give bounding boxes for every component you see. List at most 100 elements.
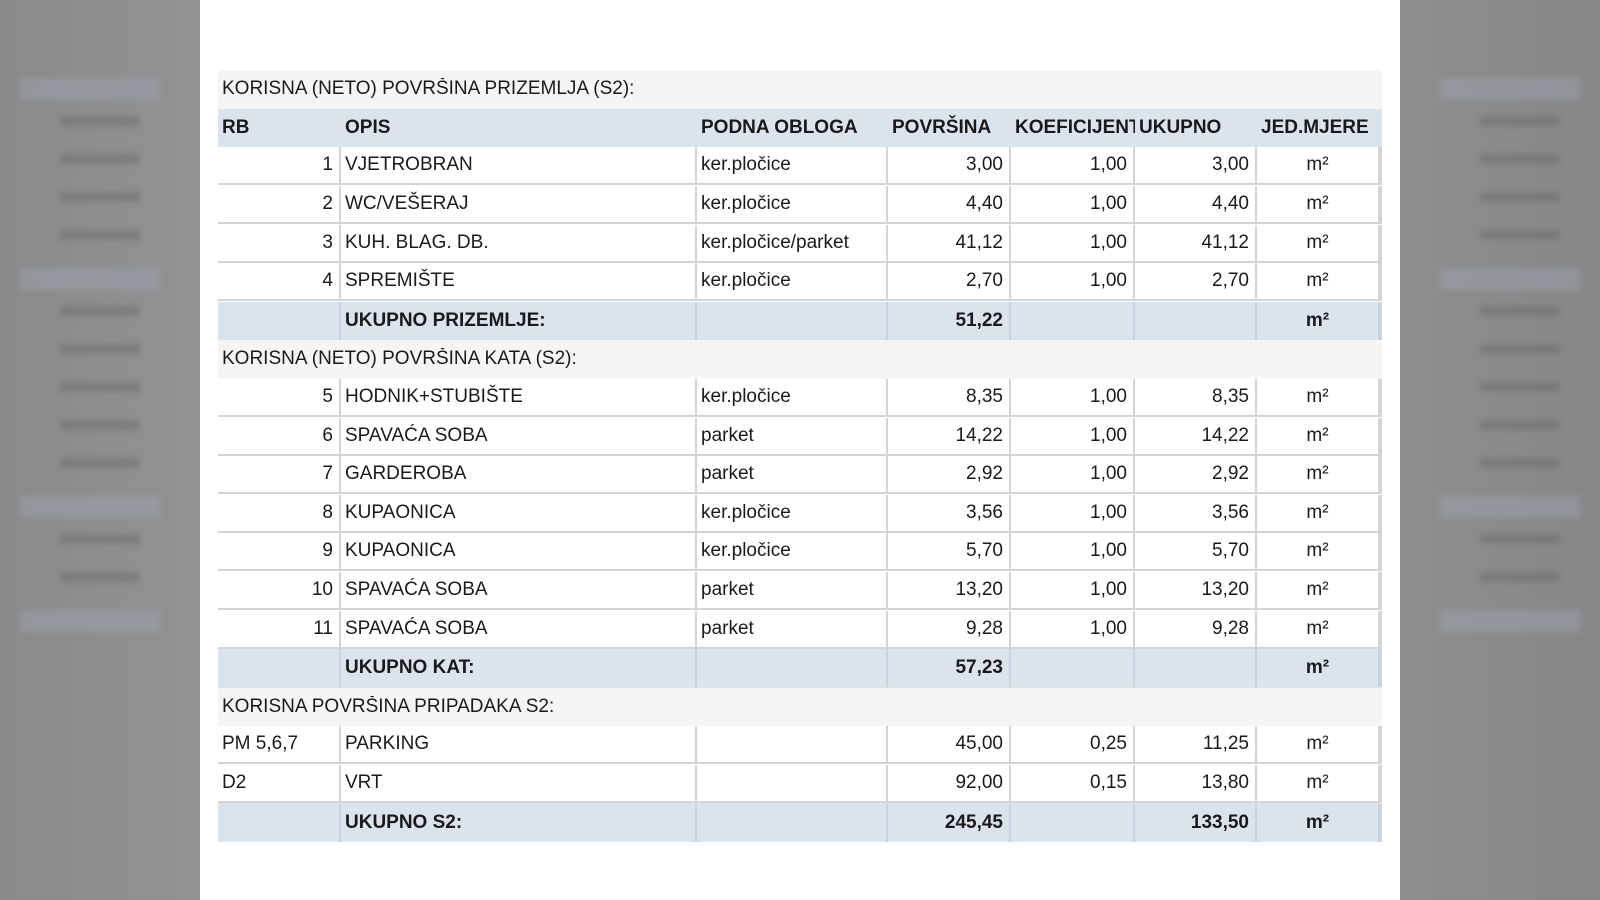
cell-ukupno: 41,12 bbox=[1135, 224, 1257, 263]
cell-obloga: parket bbox=[697, 456, 888, 495]
cell-koeficijent: 0,25 bbox=[1011, 726, 1135, 765]
cell-edge bbox=[1380, 803, 1382, 842]
cell-povrsina: 5,70 bbox=[888, 533, 1011, 572]
total-rb bbox=[218, 301, 341, 340]
cell-rb: 5 bbox=[218, 379, 341, 418]
cell-jed-mjere: m² bbox=[1257, 147, 1380, 186]
cell-povrsina: 4,40 bbox=[888, 186, 1011, 225]
column-header: KOEFICIJENT bbox=[1015, 116, 1135, 138]
cell-edge bbox=[1380, 417, 1382, 456]
total-povrsina: 245,45 bbox=[888, 803, 1011, 842]
total-ukupno bbox=[1135, 649, 1257, 688]
cell-rb: 4 bbox=[218, 263, 341, 302]
cell-koeficijent: 1,00 bbox=[1011, 147, 1135, 186]
cell-rb: D2 bbox=[218, 764, 341, 803]
total-koeficijent bbox=[1011, 649, 1135, 688]
cell-opis: SPAVAĆA SOBA bbox=[341, 610, 697, 649]
cell-rb: 10 bbox=[218, 572, 341, 611]
cell-edge bbox=[1380, 224, 1382, 263]
column-header: POVRŠINA bbox=[892, 116, 992, 138]
cell-ukupno: 13,80 bbox=[1135, 764, 1257, 803]
cell-edge bbox=[1380, 533, 1382, 572]
cell-opis: WC/VEŠERAJ bbox=[341, 186, 697, 225]
cell-rb: PM 5,6,7 bbox=[218, 726, 341, 765]
total-jed-mjere: m² bbox=[1257, 649, 1380, 688]
table-row: 6 SPAVAĆA SOBA parket 14,22 1,00 14,22 m² bbox=[218, 417, 1382, 456]
cell-povrsina: 3,00 bbox=[888, 147, 1011, 186]
total-label: UKUPNO S2: bbox=[341, 803, 697, 842]
section-title: KORISNA POVRŠINA PRIPADAKA S2: bbox=[222, 695, 555, 717]
cell-obloga: ker.pločice bbox=[697, 263, 888, 302]
cell-ukupno: 3,00 bbox=[1135, 147, 1257, 186]
cell-koeficijent: 1,00 bbox=[1011, 417, 1135, 456]
table-row: 2 WC/VEŠERAJ ker.pločice 4,40 1,00 4,40 m² bbox=[218, 185, 1382, 225]
cell-povrsina: 2,92 bbox=[888, 456, 1011, 495]
cell-opis: KUH. BLAG. DB. bbox=[341, 224, 697, 263]
column-header: PODNA OBLOGA bbox=[701, 116, 858, 138]
column-header: UKUPNO bbox=[1139, 116, 1222, 138]
area-table: KORISNA (NETO) POVRŠINA PRIZEMLJA (S2): R… bbox=[218, 70, 1382, 842]
cell-edge bbox=[1380, 572, 1382, 611]
total-ukupno: 133,50 bbox=[1135, 803, 1257, 842]
cell-jed-mjere: m² bbox=[1257, 572, 1380, 611]
cell-edge bbox=[1380, 726, 1382, 765]
cell-jed-mjere: m² bbox=[1257, 494, 1380, 533]
table-row: 4 SPREMIŠTE ker.pločice 2,70 1,00 2,70 m² bbox=[218, 262, 1382, 302]
cell-edge bbox=[1380, 494, 1382, 533]
total-obloga bbox=[697, 301, 888, 340]
cell-edge bbox=[1380, 147, 1382, 186]
total-koeficijent bbox=[1011, 803, 1135, 842]
cell-povrsina: 41,12 bbox=[888, 224, 1011, 263]
total-koeficijent bbox=[1011, 301, 1135, 340]
cell-edge bbox=[1380, 610, 1382, 649]
cell-obloga: ker.pločice bbox=[697, 147, 888, 186]
cell-povrsina: 13,20 bbox=[888, 572, 1011, 611]
section-title-row: KORISNA (NETO) POVRŠINA KATA (S2): bbox=[218, 340, 1382, 379]
cell-koeficijent: 1,00 bbox=[1011, 379, 1135, 418]
cell-rb: 11 bbox=[218, 610, 341, 649]
cell-edge bbox=[1380, 186, 1382, 225]
total-row: UKUPNO S2: 245,45 133,50 m² bbox=[218, 803, 1382, 842]
blurred-backdrop-right bbox=[1420, 70, 1600, 850]
cell-obloga: parket bbox=[697, 417, 888, 456]
column-header: RB bbox=[222, 116, 250, 138]
cell-koeficijent: 1,00 bbox=[1011, 224, 1135, 263]
total-row: UKUPNO KAT: 57,23 m² bbox=[218, 648, 1382, 688]
total-jed-mjere: m² bbox=[1257, 301, 1380, 340]
total-row: UKUPNO PRIZEMLJE: 51,22 m² bbox=[218, 301, 1382, 341]
cell-koeficijent: 1,00 bbox=[1011, 456, 1135, 495]
section-title: KORISNA (NETO) POVRŠINA PRIZEMLJA (S2): bbox=[222, 78, 635, 100]
total-povrsina: 57,23 bbox=[888, 649, 1011, 688]
cell-povrsina: 3,56 bbox=[888, 494, 1011, 533]
cell-opis: KUPAONICA bbox=[341, 494, 697, 533]
cell-rb: 9 bbox=[218, 533, 341, 572]
cell-opis: KUPAONICA bbox=[341, 533, 697, 572]
cell-rb: 1 bbox=[218, 147, 341, 186]
cell-opis: SPREMIŠTE bbox=[341, 263, 697, 302]
cell-jed-mjere: m² bbox=[1257, 186, 1380, 225]
cell-rb: 8 bbox=[218, 494, 341, 533]
total-ukupno bbox=[1135, 301, 1257, 340]
cell-koeficijent: 1,00 bbox=[1011, 494, 1135, 533]
document-sheet: KORISNA (NETO) POVRŠINA PRIZEMLJA (S2): R… bbox=[200, 0, 1400, 900]
blurred-backdrop-left bbox=[0, 70, 180, 850]
cell-povrsina: 14,22 bbox=[888, 417, 1011, 456]
cell-obloga bbox=[697, 726, 888, 765]
cell-opis: VJETROBRAN bbox=[341, 147, 697, 186]
cell-koeficijent: 1,00 bbox=[1011, 610, 1135, 649]
total-obloga bbox=[697, 649, 888, 688]
cell-opis: SPAVAĆA SOBA bbox=[341, 572, 697, 611]
cell-rb: 6 bbox=[218, 417, 341, 456]
table-row: 7 GARDEROBA parket 2,92 1,00 2,92 m² bbox=[218, 455, 1382, 495]
cell-rb: 3 bbox=[218, 224, 341, 263]
cell-edge bbox=[1380, 456, 1382, 495]
cell-ukupno: 5,70 bbox=[1135, 533, 1257, 572]
table-row: 9 KUPAONICA ker.pločice 5,70 1,00 5,70 m² bbox=[218, 533, 1382, 572]
cell-jed-mjere: m² bbox=[1257, 379, 1380, 418]
table-row: 8 KUPAONICA ker.pločice 3,56 1,00 3,56 m² bbox=[218, 494, 1382, 534]
cell-jed-mjere: m² bbox=[1257, 533, 1380, 572]
total-obloga bbox=[697, 803, 888, 842]
column-header: JED.MJERE bbox=[1261, 116, 1369, 138]
cell-edge bbox=[1380, 301, 1382, 340]
cell-ukupno: 2,70 bbox=[1135, 263, 1257, 302]
